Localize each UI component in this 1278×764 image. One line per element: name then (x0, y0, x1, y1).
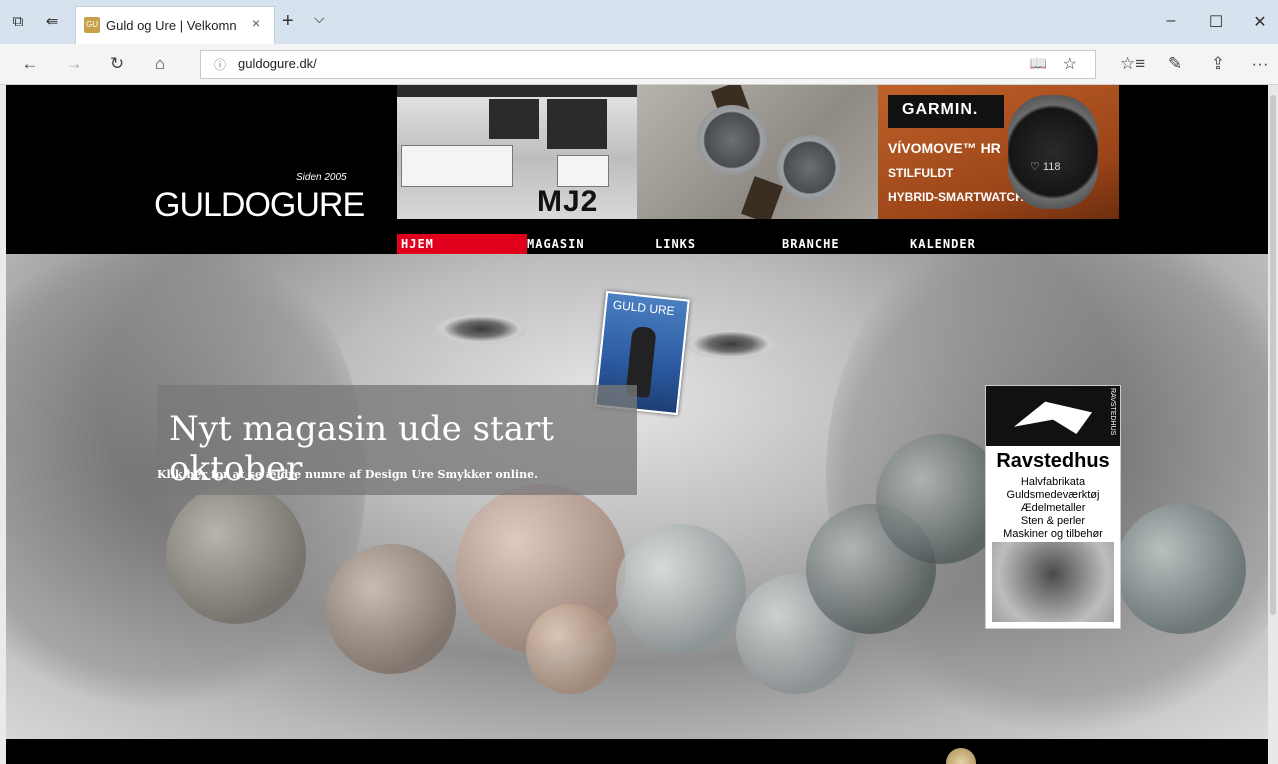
refresh-icon[interactable]: ↻ (105, 53, 129, 75)
watch-screen-text: ♡ 118 (1030, 161, 1061, 173)
garmin-product: VÍVOMOVE™ HR (888, 140, 1001, 156)
tab-preview-chevron-icon[interactable]: ⌵ (314, 10, 325, 27)
logo-tagline: Siden 2005 (296, 172, 347, 183)
ravstedhus-ad[interactable]: RAVSTEDHUS Ravstedhus Halvfabrikata Guld… (985, 385, 1121, 629)
ad-service-line: Maskiner og tilbehør (1003, 528, 1103, 540)
tab-actions-icon[interactable]: ⧉ (8, 12, 28, 32)
web-notes-icon[interactable]: ✎ (1163, 53, 1187, 75)
ad-service-line: Guldsmedeværktøj (1006, 489, 1100, 501)
bead-shape (616, 524, 746, 654)
shop-display (547, 99, 607, 149)
mj2-logo: MJ2 (537, 185, 598, 219)
page-left-edge (0, 85, 6, 764)
menu-item-kalender[interactable]: KALENDER (910, 234, 976, 254)
glass-counter (557, 155, 609, 187)
banner-garmin[interactable]: GARMIN. VÍVOMOVE™ HR STILFULDT HYBRID-SM… (878, 85, 1119, 219)
scrollbar-thumb[interactable] (1270, 95, 1276, 615)
banner-watches[interactable] (637, 85, 878, 219)
browser-navbar: ← → ↻ ⌂ ⓘ guldogure.dk/ 📖 ☆ ☆≡ ✎ ⇪ ··· (0, 44, 1278, 85)
ad-service-line: Sten & perler (1020, 515, 1086, 527)
watch-strap (741, 176, 783, 219)
ad-service-line: Ædelmetaller (1020, 502, 1086, 514)
ad-services: Halvfabrikata Guldsmedeværktøj Ædelmetal… (986, 476, 1120, 541)
forward-arrow-icon[interactable]: → (62, 53, 86, 75)
mj2-text: MJ2 (537, 185, 599, 218)
set-aside-tabs-icon[interactable]: ⇚ (42, 12, 62, 32)
tab-title: Guld og Ure | Velkomn (106, 18, 237, 33)
menu-item-branche[interactable]: BRANCHE (782, 234, 840, 254)
garmin-tagline-2: HYBRID-SMARTWATCH (888, 190, 1024, 204)
maximize-button[interactable]: ☐ (1201, 12, 1231, 32)
web-page: Siden 2005 GULDOGURE MJ2 GARMIN. VÍVOMOV… (0, 85, 1278, 764)
banner-mj2[interactable]: MJ2 (397, 85, 637, 219)
smartwatch-icon (1008, 95, 1098, 209)
menu-item-links[interactable]: LINKS (655, 234, 696, 254)
menu-item-hjem[interactable]: HJEM (397, 234, 527, 254)
bracelet-photo (992, 542, 1114, 622)
favorite-star-icon[interactable]: ☆ (1063, 54, 1077, 74)
bird-logo-icon (1014, 401, 1092, 434)
more-menu-icon[interactable]: ··· (1248, 53, 1272, 75)
watch-icon (697, 105, 767, 175)
address-bar[interactable]: ⓘ guldogure.dk/ 📖 ☆ (200, 50, 1096, 79)
address-url[interactable]: guldogure.dk/ (238, 56, 317, 71)
bead-shape (526, 604, 616, 694)
reading-view-icon[interactable]: 📖 (1030, 55, 1047, 72)
shop-ceiling (397, 85, 637, 97)
share-icon[interactable]: ⇪ (1206, 53, 1230, 75)
promo-box[interactable]: Nyt magasin ude start oktober Klik her f… (157, 385, 637, 495)
back-arrow-icon[interactable]: ← (18, 53, 42, 75)
close-window-button[interactable]: ✕ (1245, 12, 1275, 32)
bead-shape (166, 484, 306, 624)
magazine-title: GULD URE (612, 297, 676, 319)
favorites-hub-icon[interactable]: ☆≡ (1120, 53, 1145, 75)
eye-shape (686, 329, 776, 359)
shop-display (489, 99, 539, 139)
ad-badge-text: RAVSTEDHUS (1109, 388, 1116, 436)
garmin-logo: GARMIN. (902, 101, 979, 118)
site-info-icon[interactable]: ⓘ (214, 56, 226, 73)
minimize-button[interactable]: – (1156, 12, 1186, 30)
new-tab-button[interactable]: + (282, 10, 294, 33)
browser-titlebar: ⧉ ⇚ GU Guld og Ure | Velkomn × + ⌵ – ☐ ✕ (0, 0, 1278, 45)
watch-icon (777, 135, 842, 200)
garmin-tagline-1: STILFULDT (888, 166, 954, 180)
tab-close-icon[interactable]: × (252, 15, 260, 31)
bead-shape (1116, 504, 1246, 634)
home-icon[interactable]: ⌂ (148, 53, 172, 75)
promo-subtitle-link[interactable]: Klik her for at se ældre numre af Design… (157, 468, 538, 481)
ad-logo-area: RAVSTEDHUS (986, 386, 1120, 446)
menu-item-magasin[interactable]: MAGASIN (527, 234, 585, 254)
ad-service-line: Halvfabrikata (1020, 476, 1086, 488)
site-logo[interactable]: GULDOGURE (154, 186, 365, 225)
footer-bar (6, 739, 1268, 764)
browser-tab[interactable]: GU Guld og Ure | Velkomn × (75, 6, 275, 45)
ad-company-name: Ravstedhus (996, 450, 1110, 472)
eye-shape (436, 314, 526, 344)
favicon-icon: GU (84, 17, 100, 33)
bead-shape (326, 544, 456, 674)
glass-counter (401, 145, 513, 187)
